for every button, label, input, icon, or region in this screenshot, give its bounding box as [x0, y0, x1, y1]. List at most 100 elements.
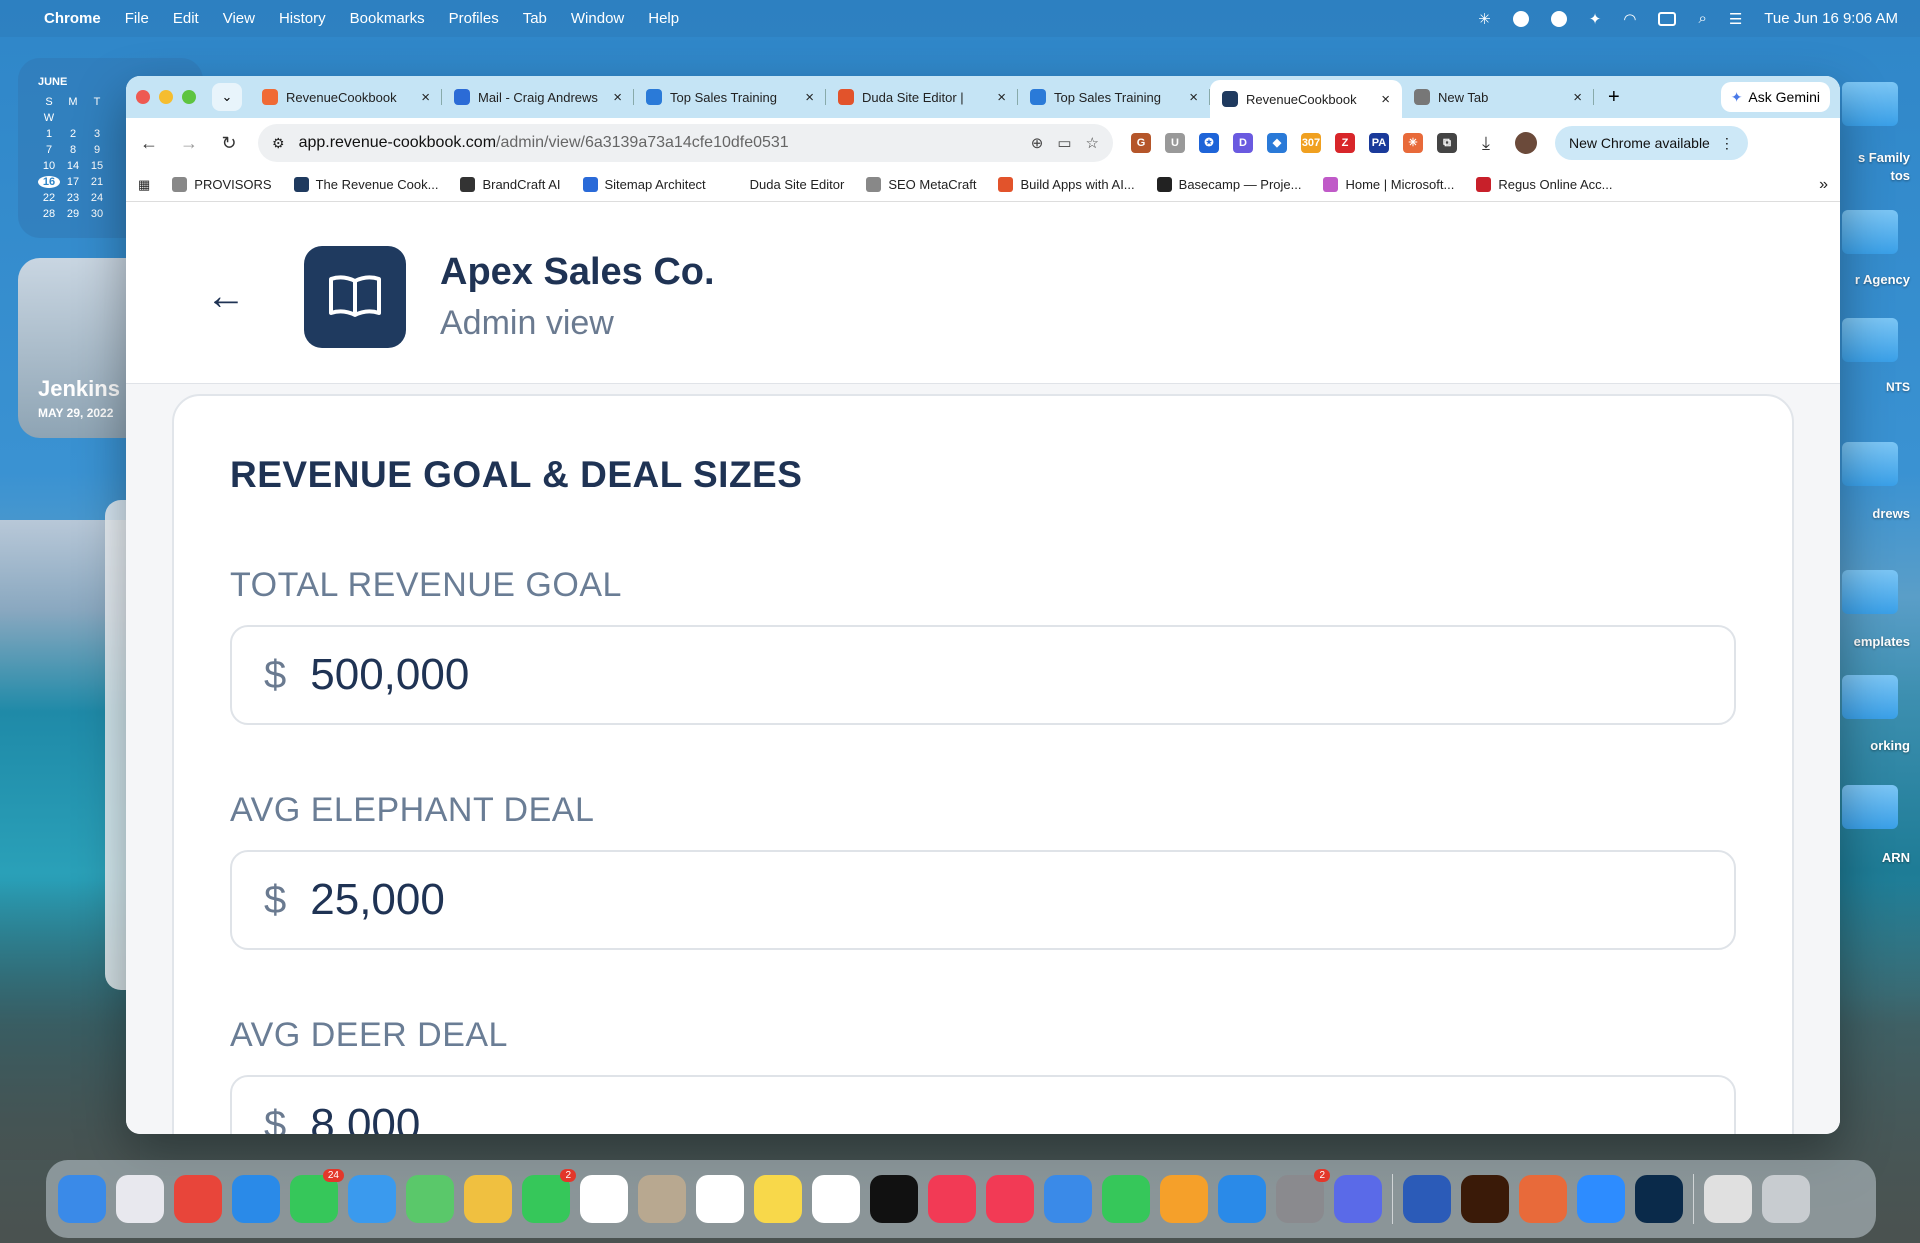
- dock-news-icon[interactable]: [986, 1175, 1034, 1223]
- tab-close-icon[interactable]: ×: [1573, 89, 1582, 106]
- dock-music-file-icon[interactable]: [1704, 1175, 1752, 1223]
- tab-close-icon[interactable]: ×: [421, 89, 430, 106]
- dock-messages-icon[interactable]: 24: [290, 1169, 344, 1223]
- bookmark-item[interactable]: BrandCraft AI: [460, 177, 561, 192]
- dock-facetime-icon[interactable]: 2: [522, 1169, 576, 1223]
- desktop-folder-label[interactable]: drews: [1872, 506, 1910, 521]
- forward-nav-icon[interactable]: →: [178, 133, 200, 154]
- tab-close-icon[interactable]: ×: [1189, 89, 1198, 106]
- dock-notes-icon[interactable]: [754, 1175, 802, 1223]
- menu-edit[interactable]: Edit: [173, 10, 199, 27]
- dock-finder-icon[interactable]: [58, 1175, 106, 1223]
- bookmark-item[interactable]: Sitemap Architect: [582, 177, 706, 192]
- ask-gemini-button[interactable]: ✦ Ask Gemini: [1720, 82, 1830, 112]
- menu-profiles[interactable]: Profiles: [449, 10, 499, 27]
- menu-bookmarks[interactable]: Bookmarks: [350, 10, 425, 27]
- dock-safari-icon[interactable]: [232, 1175, 280, 1223]
- tab-3[interactable]: Duda Site Editor | ×: [826, 80, 1018, 114]
- dock-music-icon[interactable]: [928, 1175, 976, 1223]
- dock-settings-icon[interactable]: 2: [1276, 1169, 1330, 1223]
- dock-word-icon[interactable]: [1403, 1175, 1451, 1223]
- tab-0[interactable]: RevenueCookbook ×: [250, 80, 442, 114]
- menu-history[interactable]: History: [279, 10, 326, 27]
- spotlight-icon[interactable]: ⌕: [1698, 10, 1706, 27]
- dock-app-store-icon[interactable]: [1218, 1175, 1266, 1223]
- desktop-folder-label[interactable]: r Agency: [1855, 272, 1910, 287]
- new-tab-button[interactable]: +: [1608, 86, 1620, 109]
- dock-zoom-icon[interactable]: [1577, 1175, 1625, 1223]
- site-settings-icon[interactable]: ⚙: [272, 135, 285, 152]
- dock-trash-icon[interactable]: [1762, 1175, 1810, 1223]
- maximize-window-button[interactable]: [182, 90, 196, 104]
- clock[interactable]: Tue Jun 16 9:06 AM: [1764, 10, 1898, 27]
- tab-close-icon[interactable]: ×: [997, 89, 1006, 106]
- tab-close-icon[interactable]: ×: [613, 89, 622, 106]
- gemini-status-icon[interactable]: ✦: [1589, 10, 1602, 28]
- desktop-folder-icon[interactable]: [1842, 570, 1898, 614]
- extension-icon[interactable]: ⧉: [1437, 133, 1457, 153]
- tab-close-icon[interactable]: ×: [1381, 91, 1390, 108]
- dock-claude-icon[interactable]: [1519, 1175, 1567, 1223]
- dock-mail-icon[interactable]: [348, 1175, 396, 1223]
- address-bar[interactable]: ⚙ app.revenue-cookbook.com/admin/view/6a…: [258, 124, 1113, 162]
- avg-elephant-deal-input[interactable]: $ 25,000: [230, 850, 1736, 950]
- desktop-folder-icon[interactable]: [1842, 785, 1898, 829]
- dock-launchpad-icon[interactable]: [116, 1175, 164, 1223]
- tab-2[interactable]: Top Sales Training ×: [634, 80, 826, 114]
- tab-search-button[interactable]: ⌄: [212, 83, 242, 111]
- desktop-folder-label[interactable]: tos: [1891, 168, 1911, 183]
- desktop-folder-label[interactable]: orking: [1870, 738, 1910, 753]
- menu-tab[interactable]: Tab: [523, 10, 547, 27]
- extension-icon[interactable]: 307: [1301, 133, 1321, 153]
- tab-6[interactable]: New Tab ×: [1402, 80, 1594, 114]
- bookmark-item[interactable]: Regus Online Acc...: [1476, 177, 1613, 192]
- bookmark-item[interactable]: The Revenue Cook...: [293, 177, 438, 192]
- creative-cloud-icon[interactable]: [1512, 10, 1529, 27]
- dock-maps-icon[interactable]: [406, 1175, 454, 1223]
- bookmark-item[interactable]: PROVISORS: [172, 177, 272, 192]
- close-window-button[interactable]: [136, 90, 150, 104]
- profile-avatar[interactable]: [1515, 132, 1537, 154]
- dock-freeform-icon[interactable]: [812, 1175, 860, 1223]
- extension-icon[interactable]: ✳: [1403, 133, 1423, 153]
- dock-reminders-icon[interactable]: [696, 1175, 744, 1223]
- extension-icon[interactable]: G: [1131, 133, 1151, 153]
- extension-icon[interactable]: ✪: [1199, 133, 1219, 153]
- battery-icon[interactable]: [1658, 11, 1677, 26]
- dock-simulator-icon[interactable]: [1334, 1175, 1382, 1223]
- more-menu-icon[interactable]: ⋮: [1720, 135, 1734, 152]
- extension-icon[interactable]: D: [1233, 133, 1253, 153]
- dock-contacts-icon[interactable]: [638, 1175, 686, 1223]
- extension-icon[interactable]: Z: [1335, 133, 1355, 153]
- tab-1[interactable]: Mail - Craig Andrews ×: [442, 80, 634, 114]
- dock-pages-icon[interactable]: [1160, 1175, 1208, 1223]
- apps-grid-icon[interactable]: ▦: [138, 177, 150, 193]
- bookmark-item[interactable]: Duda Site Editor: [727, 177, 844, 192]
- desktop-folder-icon[interactable]: [1842, 82, 1898, 126]
- dock-chrome-icon[interactable]: [174, 1175, 222, 1223]
- desktop-folder-label[interactable]: ARN: [1882, 850, 1910, 865]
- avg-deer-deal-input[interactable]: $ 8,000: [230, 1075, 1736, 1134]
- zoom-icon[interactable]: ⊕: [1031, 134, 1044, 152]
- bookmark-item[interactable]: SEO MetaCraft: [866, 177, 976, 192]
- tab-5[interactable]: RevenueCookbook ×: [1210, 80, 1402, 118]
- dock-photos-icon[interactable]: [464, 1175, 512, 1223]
- back-arrow-icon[interactable]: ←: [206, 274, 266, 319]
- dock-keynote-icon[interactable]: [1044, 1175, 1092, 1223]
- desktop-folder-label[interactable]: emplates: [1854, 634, 1910, 649]
- dock-numbers-icon[interactable]: [1102, 1175, 1150, 1223]
- extension-icon[interactable]: PA: [1369, 133, 1389, 153]
- back-nav-icon[interactable]: ←: [138, 133, 160, 154]
- tab-close-icon[interactable]: ×: [805, 89, 814, 106]
- desktop-folder-icon[interactable]: [1842, 318, 1898, 362]
- reload-icon[interactable]: ↻: [218, 133, 240, 154]
- desktop-folder-icon[interactable]: [1842, 442, 1898, 486]
- desktop-folder-label[interactable]: NTS: [1886, 380, 1910, 394]
- install-app-icon[interactable]: ▭: [1057, 134, 1071, 152]
- minimize-window-button[interactable]: [159, 90, 173, 104]
- menu-app-name[interactable]: Chrome: [44, 10, 101, 27]
- desktop-folder-label[interactable]: s Family: [1858, 150, 1910, 165]
- download-icon[interactable]: ⤓: [1475, 133, 1497, 154]
- bookmark-star-icon[interactable]: ☆: [1086, 134, 1099, 152]
- desktop-folder-icon[interactable]: [1842, 210, 1898, 254]
